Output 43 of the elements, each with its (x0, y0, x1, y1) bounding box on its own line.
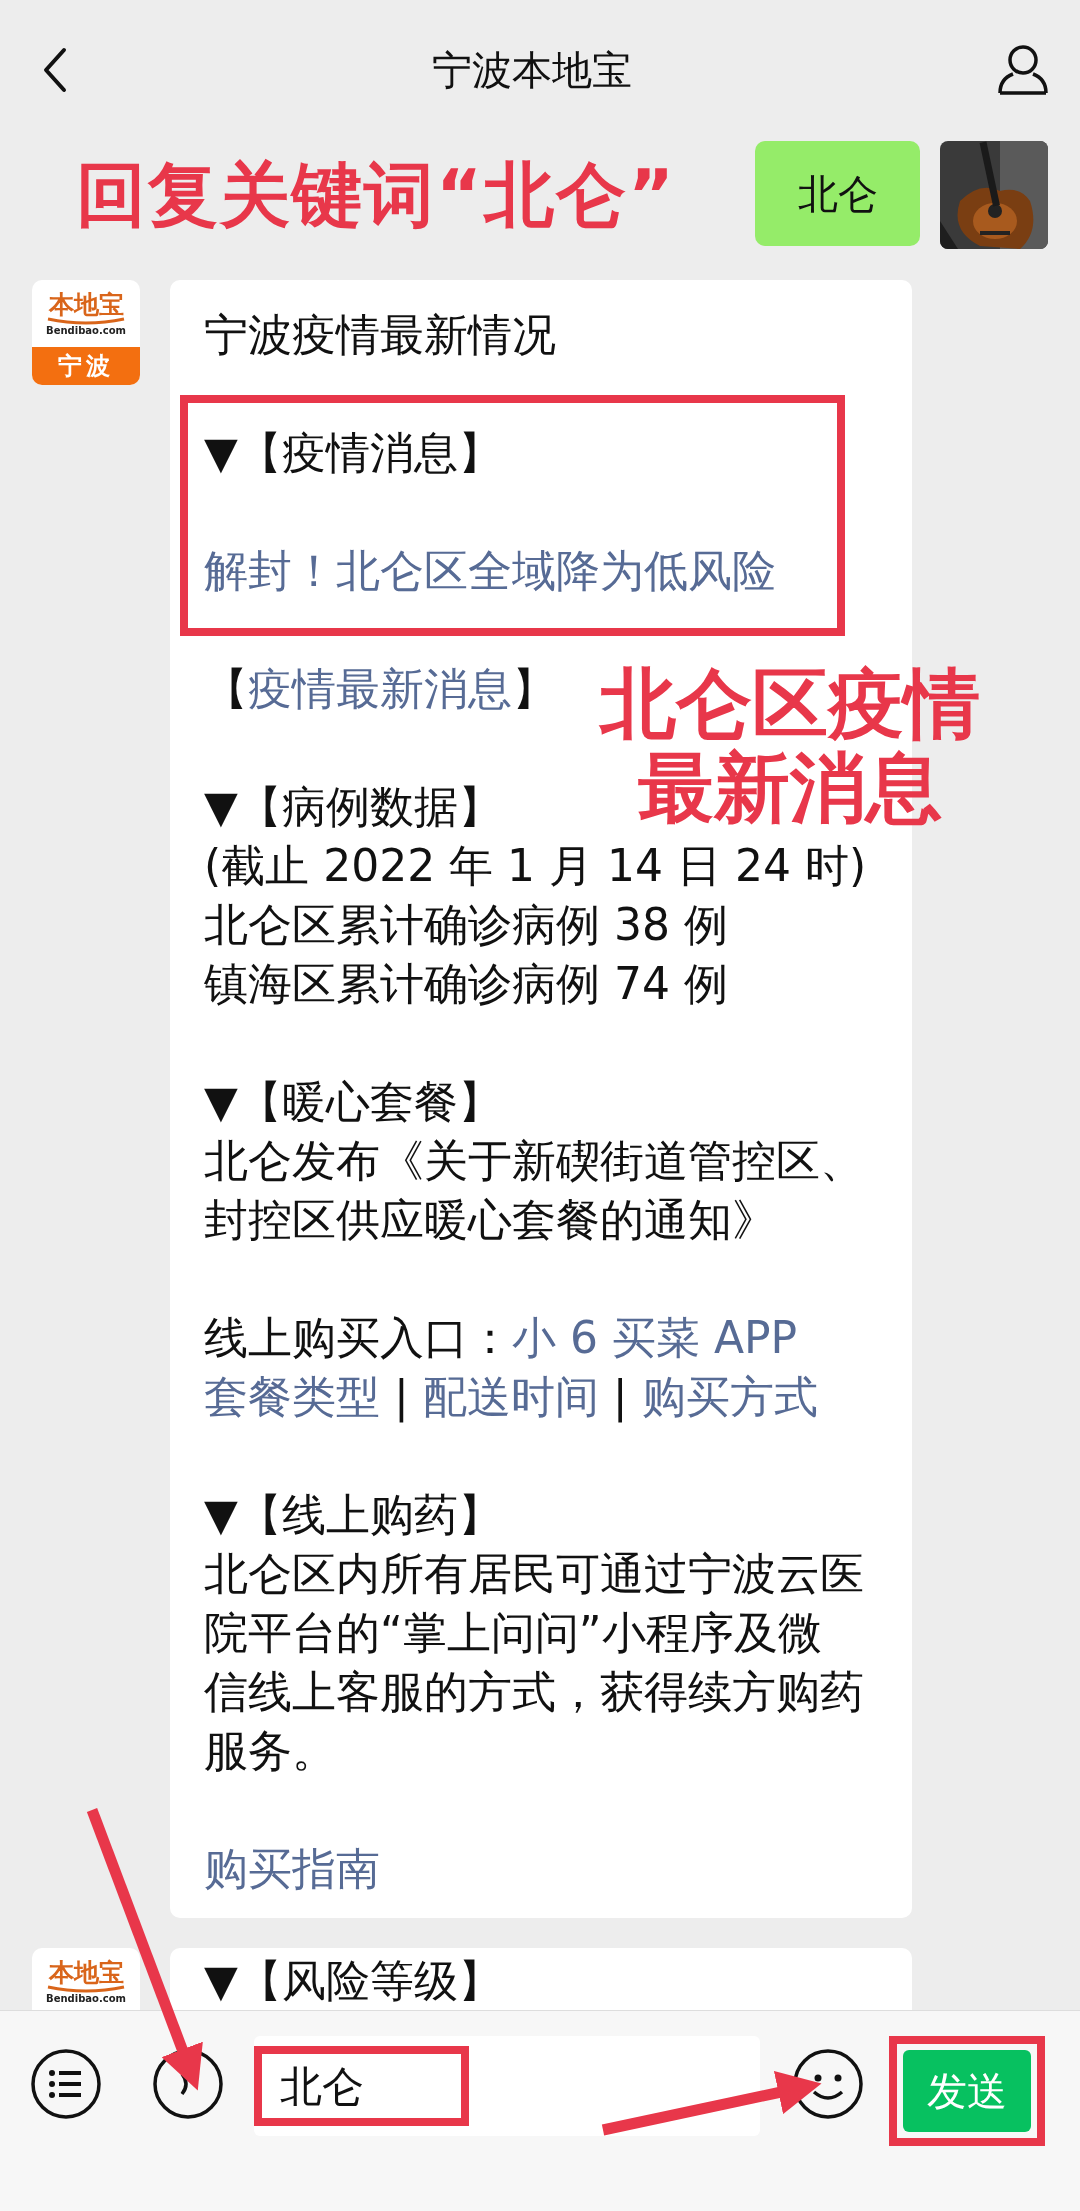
message-link[interactable]: 解封！北仑区全域降为低风险 (204, 545, 776, 596)
message-link[interactable]: 配送时间 (422, 1371, 599, 1422)
message-text: 套餐类型 | 配送时间 | 购买方式 (204, 1370, 818, 1425)
logo-text: 宁波 (32, 347, 140, 385)
logo-text: Bendibao.com (45, 1993, 127, 2005)
message-text: 北仑区内所有居民可通过宁波云医 (204, 1547, 864, 1601)
message-link[interactable]: 疫情最新消息 (248, 663, 512, 714)
account-avatar[interactable]: 本地宝 Bendibao.com (32, 1948, 140, 2010)
swoosh-icon (46, 317, 126, 325)
message-text: 线上购买入口：小 6 买菜 APP (204, 1311, 798, 1365)
message-text: ▼【线上购药】 (204, 1488, 502, 1542)
message-text: 【疫情最新消息】 (204, 662, 556, 716)
message-link[interactable]: 小 6 买菜 APP (512, 1312, 798, 1363)
message-text: 信线上客服的方式，获得续方购药 (204, 1665, 864, 1719)
message-text: (截止 2022 年 1 月 14 日 24 时) (204, 839, 867, 893)
annotation-text: 回复关键词“北仑” (76, 152, 676, 238)
chat-title: 宁波本地宝 (432, 46, 632, 95)
message-text: 北仑发布《关于新碶街道管控区、 (204, 1134, 864, 1188)
annotation-text: 北仑区疫情 最新消息 (600, 662, 980, 830)
logo-text: 本地宝 (47, 1960, 125, 1985)
logo-text: 本地宝 (47, 292, 125, 317)
voice-icon[interactable] (152, 2048, 224, 2120)
message-text: ▼【疫情消息】 (204, 426, 502, 480)
message-text: ▼【暖心套餐】 (204, 1075, 502, 1129)
message-input[interactable]: 北仑 (254, 2036, 760, 2136)
message-text: 宁波疫情最新情况 (204, 308, 556, 362)
message-text: ▼【风险等级】 (204, 1956, 502, 2006)
message-link[interactable]: 套餐类型 (204, 1371, 380, 1422)
sent-message: 北仑 (755, 141, 920, 246)
logo-text: Bendibao.com (45, 325, 127, 337)
message-text: 服务。 (204, 1724, 336, 1778)
message-link[interactable]: 购买方式 (641, 1371, 818, 1422)
message-text: ▼【病例数据】 (204, 780, 502, 834)
profile-icon[interactable] (996, 43, 1050, 97)
message-link[interactable]: 购买指南 (204, 1843, 380, 1894)
swoosh-icon (46, 1985, 126, 1993)
emoji-icon[interactable] (792, 2048, 864, 2120)
message-text: 院平台的“掌上问问”小程序及微 (204, 1606, 822, 1660)
message-text: 北仑区累计确诊病例 38 例 (204, 898, 728, 952)
message-text: 封控区供应暖心套餐的通知》 (204, 1193, 776, 1247)
account-avatar[interactable]: 本地宝 Bendibao.com 宁波 (32, 280, 140, 385)
menu-icon[interactable] (30, 2048, 102, 2120)
message-text: 镇海区累计确诊病例 74 例 (204, 957, 728, 1011)
